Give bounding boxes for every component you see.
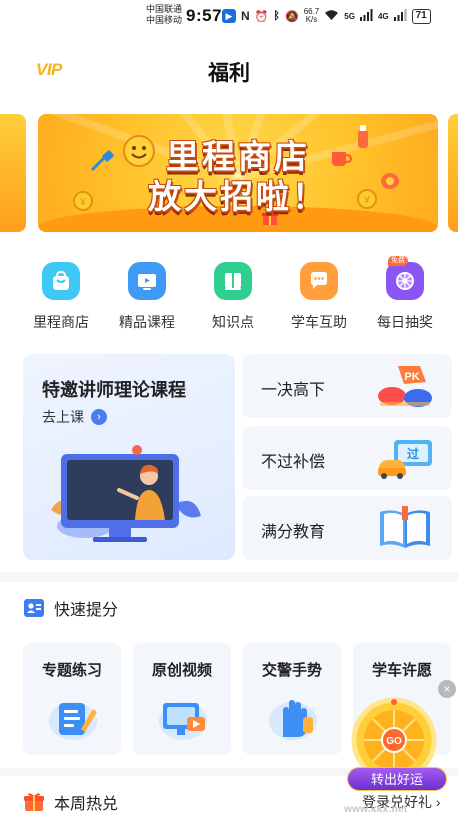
app-notification-icon: ▶ [222,9,236,23]
lecturer-course-card[interactable]: 特邀讲师理论课程 去上课 › [23,354,235,560]
ticket-label: 过 [407,446,419,461]
bluetooth-icon: ᛒ [273,10,280,22]
chat-bubble-icon [300,262,338,300]
spin-luck-button[interactable]: 转出好运 [347,767,447,791]
banner-title-line2: 放大招啦！ [148,178,328,215]
floating-close-button[interactable]: × [438,680,456,698]
section-title: 快速提分 [54,602,119,619]
promo-banner[interactable]: ¥ ¥ 里程商店 放大招啦！ [38,114,438,232]
side-card-label: 不过补偿 [261,454,326,471]
section-quick-score-header: 快速提分 [24,596,118,620]
side-card-full-score-education[interactable]: 满分教育 [242,496,452,560]
battery-indicator: 71 [411,8,431,24]
quick-item-daily-draw[interactable]: 免费 每日抽奖 [362,256,448,332]
car-ticket-icon: 过 [378,440,432,479]
practice-label: 学车许愿 [371,662,432,679]
quick-item-mutual-help[interactable]: 学车互助 [276,262,362,332]
watermark: www.kkx.net [344,804,408,815]
quick-item-mileage-shop[interactable]: 里程商店 [18,262,104,332]
monitor-play-icon [159,702,207,740]
side-card-compensation[interactable]: 不过补偿 过 [242,426,452,490]
pk-label: PK [404,371,419,383]
nfc-icon: N [241,9,250,23]
go-to-class-link[interactable]: 去上课 › [42,407,107,427]
pk-icon: PK [378,366,432,407]
carrier-labels: 中国联通 中国移动 [146,4,182,26]
prize-wheel-icon [386,262,424,300]
status-icons: ▶ N ⏰ ᛒ 🔕 66.7 K/s 5G 4G 71 [222,8,431,24]
wifi-icon [324,9,339,24]
shop-bag-icon [42,262,80,300]
book-icon [214,262,252,300]
status-time: 9:57 [186,6,223,25]
net-speed-unit: K/s [305,15,318,24]
arrow-right-icon: › [91,409,107,425]
page-header: VIP 福利 [0,44,458,94]
mute-icon: 🔕 [284,10,299,23]
side-card-label: 一决高下 [261,382,326,399]
quick-label: 知识点 [212,314,254,330]
quick-label: 学车互助 [291,314,347,330]
practice-card-original-video[interactable]: 原创视频 [133,643,231,755]
status-bar: 中国联通 中国移动 9:57 ▶ N ⏰ ᛒ 🔕 66.7 K/s 5G 4G … [0,0,458,32]
gift-box-icon [24,793,44,811]
banner-prev-peek[interactable] [0,114,26,232]
quick-nav: 里程商店 精品课程 知识点 学车互助 免费 每日抽奖 [18,256,448,332]
video-course-icon [128,262,166,300]
raised-hand-icon [269,700,317,740]
practice-label: 原创视频 [151,662,212,679]
side-card-pk[interactable]: 一决高下 PK [242,354,452,418]
practice-label: 交警手势 [261,662,322,679]
signal-1-type: 5G [344,11,355,21]
quick-label: 每日抽奖 [377,314,433,330]
quick-item-premium-course[interactable]: 精品课程 [104,262,190,332]
quick-item-knowledge[interactable]: 知识点 [190,262,276,332]
quick-label: 精品课程 [119,314,175,330]
alarm-icon: ⏰ [254,10,269,23]
free-badge: 免费 [388,256,408,266]
carrier-2: 中国移动 [146,15,183,25]
banner-next-peek[interactable] [448,114,458,232]
wheel-center-label: GO [386,736,402,747]
section-divider [0,572,458,582]
net-speed: 66.7 K/s [304,8,320,24]
signal-bars-2-icon [393,8,407,24]
id-card-icon [24,599,44,617]
section-title: 本周热兑 [54,796,119,813]
quick-label: 里程商店 [33,314,89,330]
notepad-pen-icon [49,702,97,740]
practice-label: 专题练习 [41,662,102,679]
card-subtitle: 去上课 [42,409,84,425]
page-title: 福利 [208,62,250,85]
side-card-label: 满分教育 [261,524,326,541]
practice-card-police-gesture[interactable]: 交警手势 [243,643,341,755]
teacher-monitor-illustration [51,445,201,542]
carrier-1: 中国联通 [146,4,183,14]
signal-bars-1-icon [359,8,373,24]
signal-2-type: 4G [377,11,389,21]
open-book-icon [380,506,430,548]
section-weekly-hot-header: 本周热兑 [24,790,118,814]
card-title: 特邀讲师理论课程 [42,380,186,400]
practice-card-topic[interactable]: 专题练习 [23,643,121,755]
